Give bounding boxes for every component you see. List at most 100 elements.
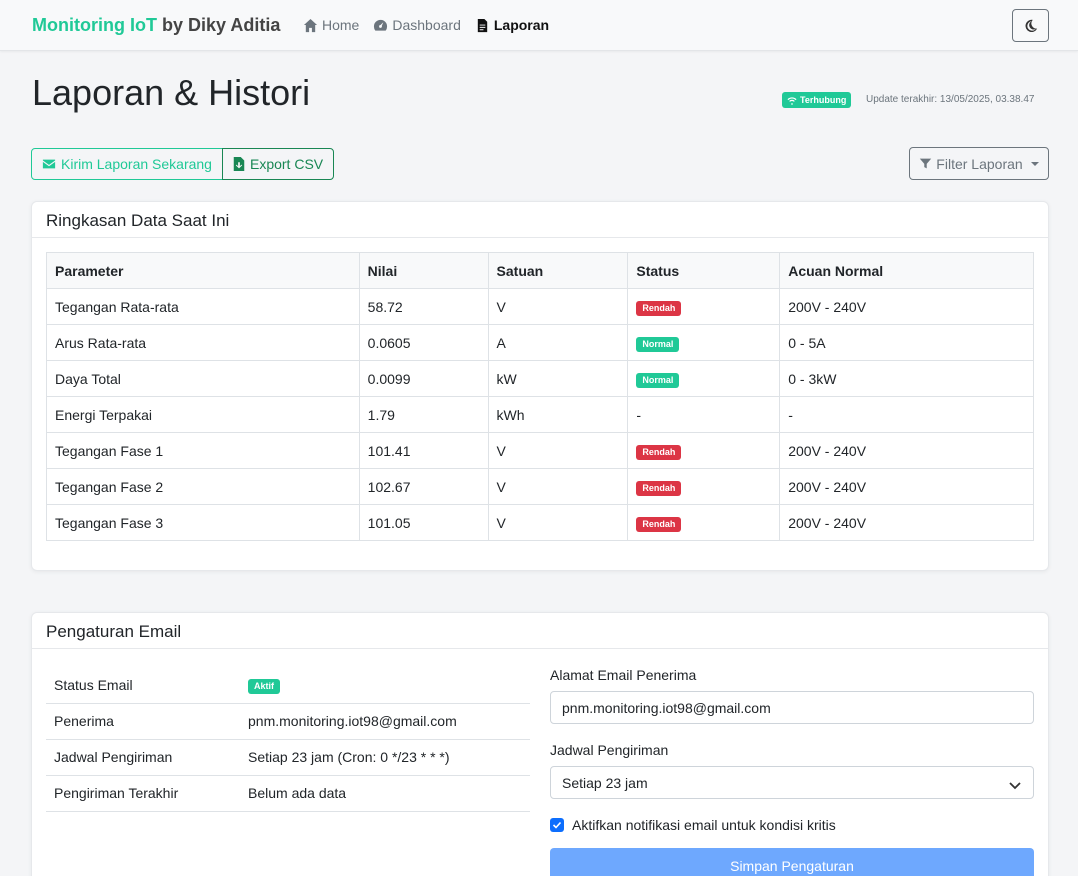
gauge-icon <box>374 19 388 31</box>
notify-checkbox[interactable] <box>550 818 564 832</box>
status-badge: Rendah <box>636 300 682 316</box>
connection-badge: Terhubung <box>782 92 852 108</box>
status-badge: Rendah <box>636 480 682 496</box>
column-header: Nilai <box>358 252 489 289</box>
table-row: Tegangan Fase 2 102.67 V Rendah 200V - 2… <box>46 468 1034 505</box>
unit-cell: kW <box>487 360 629 397</box>
send-report-button[interactable]: Kirim Laporan Sekarang <box>31 148 223 180</box>
parameter-cell: Tegangan Fase 3 <box>46 504 360 541</box>
info-row: Pengiriman Terakhir Belum ada data <box>46 775 530 812</box>
summary-card-title: Ringkasan Data Saat Ini <box>32 202 1048 238</box>
reference-cell: 200V - 240V <box>779 504 1034 541</box>
value-cell: 101.05 <box>358 504 489 541</box>
notify-checkbox-label: Aktifkan notifikasi email untuk kondisi … <box>572 817 836 833</box>
check-icon <box>552 821 562 829</box>
parameter-cell: Daya Total <box>46 360 360 397</box>
reference-cell: 200V - 240V <box>779 432 1034 469</box>
info-row: Penerima pnm.monitoring.iot98@gmail.com <box>46 703 530 740</box>
unit-cell: A <box>487 324 629 361</box>
schedule-select[interactable]: Setiap 23 jam <box>550 766 1034 799</box>
file-download-icon <box>233 157 245 171</box>
unit-cell: V <box>487 504 629 541</box>
email-status-badge: Aktif <box>248 678 280 694</box>
notify-checkbox-row[interactable]: Aktifkan notifikasi email untuk kondisi … <box>550 817 836 833</box>
status-cell: Rendah <box>627 432 781 469</box>
status-badge: Normal <box>636 372 680 388</box>
unit-cell: V <box>487 432 629 469</box>
summary-card: Ringkasan Data Saat Ini Parameter Nilai … <box>31 201 1049 571</box>
info-label: Pengiriman Terakhir <box>46 775 240 812</box>
export-csv-label: Export CSV <box>249 156 324 172</box>
home-icon <box>303 18 318 32</box>
column-header: Parameter <box>46 252 360 289</box>
filter-label: Filter Laporan <box>936 155 1023 172</box>
status-cell: - <box>627 396 781 433</box>
info-row: Jadwal Pengiriman Setiap 23 jam (Cron: 0… <box>46 739 530 776</box>
column-header: Acuan Normal <box>779 252 1034 289</box>
brand-author: by Diky Aditia <box>156 15 281 35</box>
email-field[interactable]: pnm.monitoring.iot98@gmail.com <box>550 691 1034 724</box>
unit-cell: V <box>487 468 629 505</box>
report-actions: Kirim Laporan Sekarang Export CSV <box>31 148 335 180</box>
moon-icon <box>1025 19 1037 32</box>
column-header: Satuan <box>487 252 629 289</box>
info-label: Jadwal Pengiriman <box>46 739 240 776</box>
filter-report-dropdown[interactable]: Filter Laporan <box>909 147 1049 180</box>
schedule-field-label: Jadwal Pengiriman <box>550 742 669 758</box>
table-row: Arus Rata-rata 0.0605 A Normal 0 - 5A <box>46 324 1034 361</box>
reference-cell: 200V - 240V <box>779 288 1034 325</box>
info-value: Setiap 23 jam (Cron: 0 */23 * * *) <box>240 739 530 776</box>
info-value: Belum ada data <box>240 775 530 812</box>
table-row: Daya Total 0.0099 kW Normal 0 - 3kW <box>46 360 1034 397</box>
schedule-selected-value: Setiap 23 jam <box>562 774 648 791</box>
reference-cell: 200V - 240V <box>779 468 1034 505</box>
parameter-cell: Tegangan Rata-rata <box>46 288 360 325</box>
unit-cell: kWh <box>487 396 629 433</box>
nav-home[interactable]: Home <box>303 17 359 33</box>
brand[interactable]: Monitoring IoT by Diky Aditia <box>32 15 280 36</box>
parameter-cell: Tegangan Fase 1 <box>46 432 360 469</box>
nav-laporan-label: Laporan <box>493 17 550 33</box>
status-cell: Rendah <box>627 504 781 541</box>
summary-table: Parameter Nilai Satuan Status Acuan Norm… <box>46 252 1034 541</box>
nav-laporan[interactable]: Laporan <box>475 17 549 33</box>
email-settings-card: Pengaturan Email Status Email Aktif Pene… <box>31 612 1049 876</box>
unit-cell: V <box>487 288 629 325</box>
status-cell: Normal <box>627 360 781 397</box>
nav-dashboard[interactable]: Dashboard <box>373 17 461 33</box>
filter-icon <box>920 158 932 169</box>
table-row: Energi Terpakai 1.79 kWh - - <box>46 396 1034 433</box>
reference-cell: 0 - 5A <box>779 324 1034 361</box>
column-header: Status <box>627 252 781 289</box>
table-row: Tegangan Fase 3 101.05 V Rendah 200V - 2… <box>46 504 1034 541</box>
connection-label: Terhubung <box>800 95 847 105</box>
status-badge: Rendah <box>636 516 682 532</box>
info-label: Penerima <box>46 703 240 740</box>
reference-cell: - <box>779 396 1034 433</box>
info-label: Status Email <box>46 667 240 704</box>
envelope-icon <box>42 159 56 169</box>
value-cell: 0.0605 <box>358 324 489 361</box>
email-info-table: Status Email Aktif Penerima pnm.monitori… <box>46 667 530 812</box>
info-value: Aktif <box>240 667 530 704</box>
table-row: Tegangan Rata-rata 58.72 V Rendah 200V -… <box>46 288 1034 325</box>
page-title: Laporan & Histori <box>32 72 311 113</box>
parameter-cell: Energi Terpakai <box>46 396 360 433</box>
value-cell: 101.41 <box>358 432 489 469</box>
nav-home-label: Home <box>322 17 360 33</box>
value-cell: 58.72 <box>358 288 489 325</box>
status-cell: Rendah <box>627 468 781 505</box>
navbar: Monitoring IoT by Diky Aditia Home Dashb… <box>0 0 1078 51</box>
theme-toggle-button[interactable] <box>1012 9 1049 42</box>
brand-accent: Monitoring IoT <box>32 15 157 35</box>
status-cell: Rendah <box>627 288 781 325</box>
save-settings-button[interactable]: Simpan Pengaturan <box>550 848 1034 876</box>
parameter-cell: Tegangan Fase 2 <box>46 468 360 505</box>
info-row: Status Email Aktif <box>46 667 530 704</box>
status-badge: Normal <box>636 336 680 352</box>
table-header-row: Parameter Nilai Satuan Status Acuan Norm… <box>46 252 1034 289</box>
nav-dashboard-label: Dashboard <box>392 17 461 33</box>
email-settings-title: Pengaturan Email <box>32 613 1048 649</box>
export-csv-button[interactable]: Export CSV <box>221 148 335 180</box>
parameter-cell: Arus Rata-rata <box>46 324 360 361</box>
